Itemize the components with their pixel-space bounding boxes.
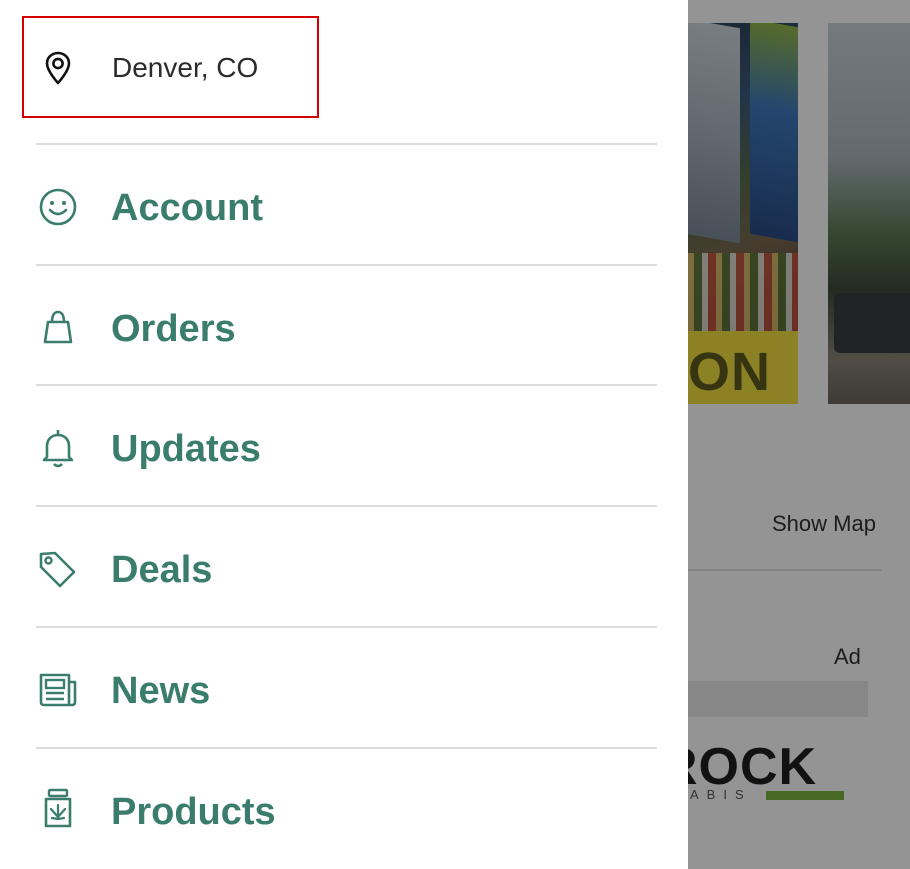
- menu-item-label: Products: [111, 791, 276, 833]
- menu-item-deals[interactable]: Deals: [36, 507, 657, 625]
- location-label: Denver, CO: [112, 52, 259, 83]
- location-selector[interactable]: Denver, CO: [22, 16, 319, 118]
- smiley-face-icon: [36, 185, 80, 229]
- navigation-drawer: Denver, CO Account Orders Updates Deals …: [0, 0, 688, 869]
- location-pin-icon: [40, 50, 76, 86]
- menu-item-updates[interactable]: Updates: [36, 386, 657, 504]
- menu-item-account[interactable]: Account: [36, 145, 657, 263]
- tag-icon: [36, 547, 80, 591]
- menu-item-label: Deals: [111, 549, 213, 591]
- menu-item-news[interactable]: News: [36, 628, 657, 746]
- menu-item-label: Account: [111, 187, 263, 229]
- menu-item-orders[interactable]: Orders: [36, 266, 657, 384]
- menu-item-products[interactable]: Products: [36, 749, 657, 867]
- menu-item-label: News: [111, 670, 211, 712]
- bell-icon: [36, 426, 80, 470]
- shopping-bag-icon: [36, 306, 80, 350]
- jar-icon: [36, 787, 80, 831]
- menu-item-label: Orders: [111, 308, 236, 350]
- menu-item-label: Updates: [111, 428, 261, 470]
- app-screen: ON Show Map Ad ROCK ABIS Denver, CO Acco…: [0, 0, 910, 869]
- newspaper-icon: [36, 668, 80, 712]
